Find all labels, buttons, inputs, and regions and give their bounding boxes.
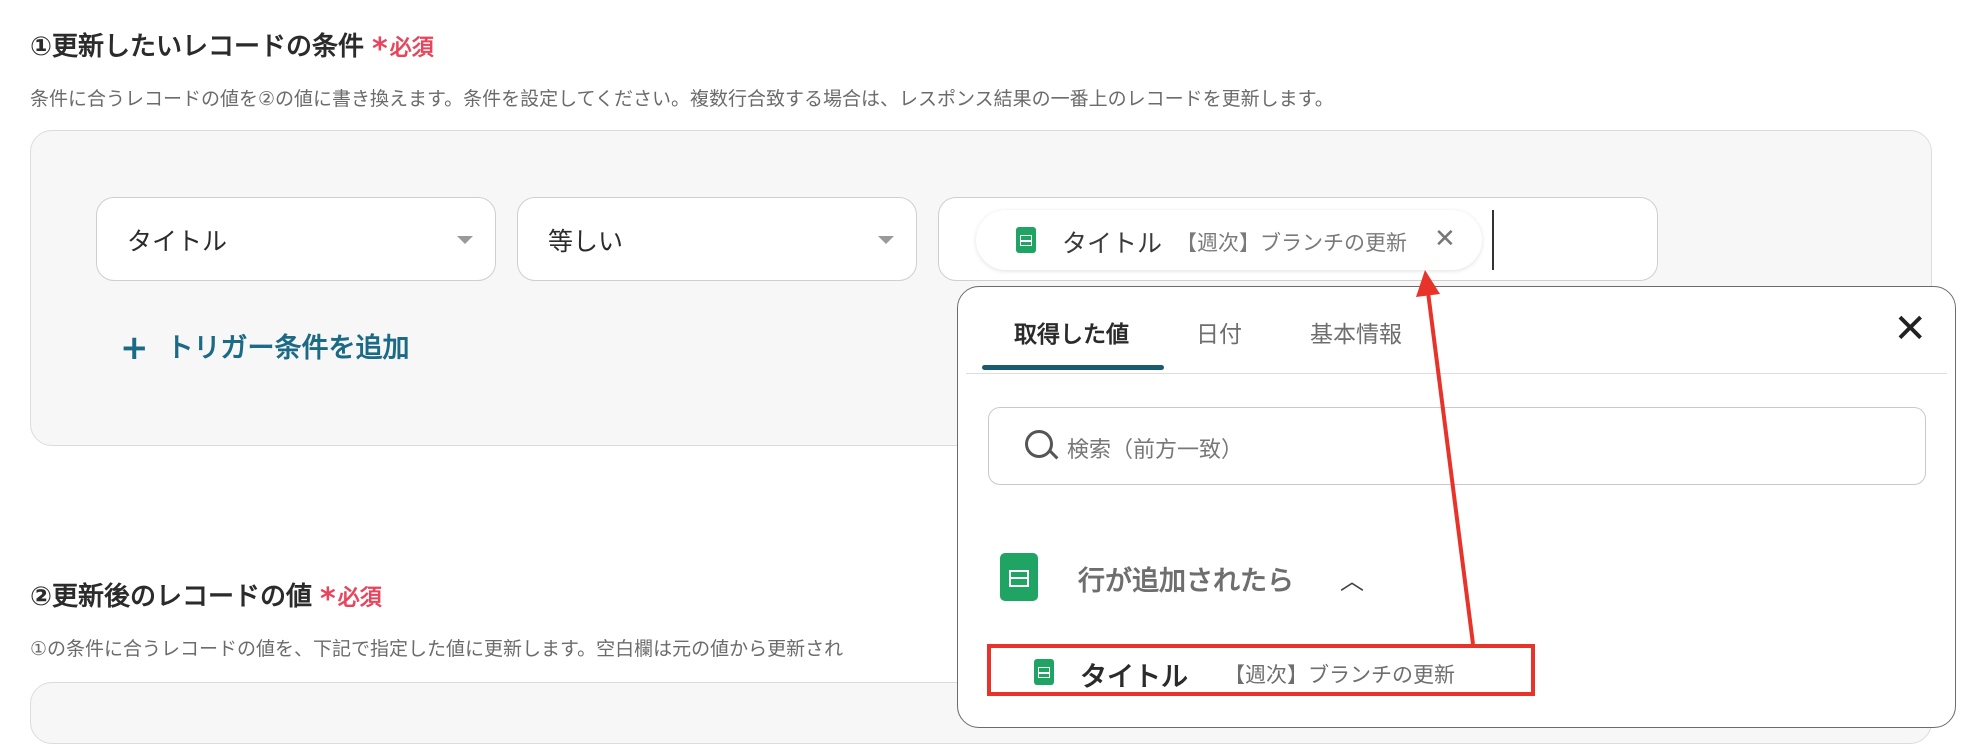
section1-title-text: ①更新したいレコードの条件 <box>30 32 365 62</box>
field-select[interactable]: タイトル <box>96 197 496 281</box>
field-select-value: タイトル <box>127 227 228 256</box>
list-item-title[interactable]: タイトル 【週次】ブランチの更新 <box>988 647 1528 697</box>
sheets-icon <box>1016 227 1036 253</box>
caret-down-icon <box>457 236 473 244</box>
chevron-up-icon[interactable]: ︿ <box>1340 561 1364 596</box>
group-label: 行が追加されたら <box>1078 566 1294 597</box>
tab-date[interactable]: 日付 <box>1196 315 1242 349</box>
tab-basic-info[interactable]: 基本情報 <box>1310 315 1402 349</box>
required-star: * <box>320 582 336 617</box>
tab-acquired-values[interactable]: 取得した値 <box>1014 315 1129 349</box>
section1-description: 条件に合うレコードの値を②の値に書き換えます。条件を設定してください。複数行合致… <box>30 88 1334 110</box>
value-chip[interactable]: タイトル 【週次】ブランチの更新 ✕ <box>976 210 1482 270</box>
text-cursor <box>1492 210 1494 270</box>
sheets-icon <box>1000 553 1038 601</box>
section2-title-text: ②更新後のレコードの値 <box>30 582 313 612</box>
close-icon[interactable]: ✕ <box>1434 224 1456 254</box>
active-tab-indicator <box>982 365 1164 370</box>
required-label: 必須 <box>389 36 434 61</box>
required-marker: *必須 <box>320 582 382 617</box>
search-placeholder: 検索（前方一致） <box>1067 438 1244 463</box>
list-item-value: 【週次】ブランチの更新 <box>1224 663 1455 687</box>
operator-select[interactable]: 等しい <box>517 197 917 281</box>
operator-select-value: 等しい <box>548 227 624 256</box>
plus-icon: + <box>120 328 149 368</box>
section1-title: ①更新したいレコードの条件 *必須 <box>30 26 434 67</box>
value-chip-value: 【週次】ブランチの更新 <box>1176 231 1407 255</box>
search-input[interactable]: 検索（前方一致） <box>988 407 1926 485</box>
close-icon[interactable]: ✕ <box>1893 309 1927 349</box>
list-item-label: タイトル <box>1080 662 1188 693</box>
add-trigger-label: トリガー条件を追加 <box>166 333 410 364</box>
section2-title: ②更新後のレコードの値 *必須 <box>30 576 382 617</box>
sheets-icon <box>1034 659 1054 685</box>
required-marker: *必須 <box>372 32 434 67</box>
required-label: 必須 <box>337 586 382 611</box>
tab-divider <box>966 373 1947 374</box>
value-picker-dropdown: 取得した値 日付 基本情報 ✕ 検索（前方一致） 行が追加されたら ︿ タイトル… <box>957 286 1956 728</box>
section2-description: ①の条件に合うレコードの値を、下記で指定した値に更新します。空白欄は元の値から更… <box>30 638 844 660</box>
search-icon <box>1025 430 1053 458</box>
add-trigger-button[interactable]: + トリガー条件を追加 <box>120 326 410 368</box>
value-chip-label: タイトル <box>1062 229 1163 258</box>
required-star: * <box>372 32 388 67</box>
caret-down-icon <box>878 236 894 244</box>
